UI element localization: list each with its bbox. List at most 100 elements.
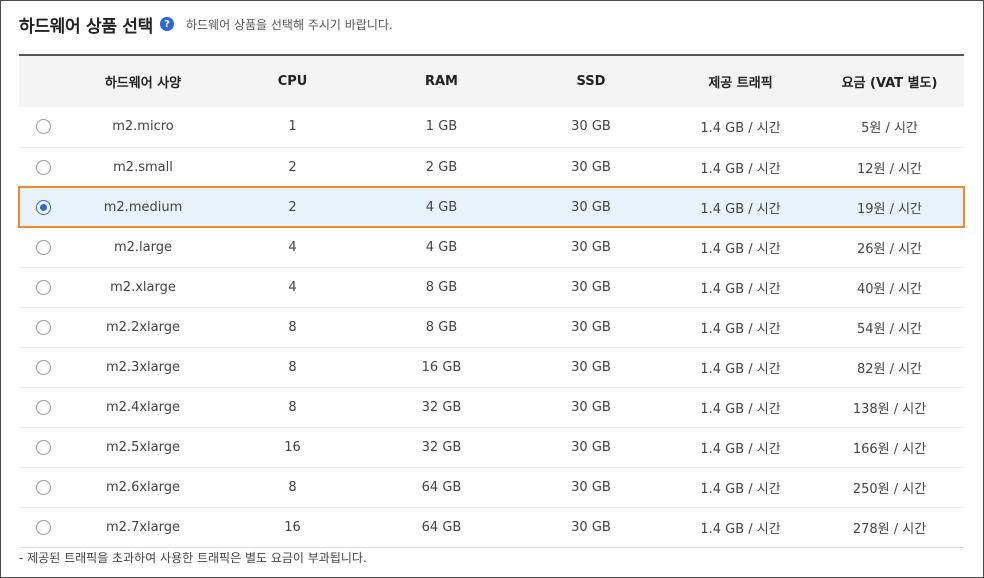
table-row[interactable]: m2.micro 1 1 GB 30 GB 1.4 GB / 시간 5원 / 시간 [19, 107, 964, 147]
header-ram: RAM [424, 74, 458, 89]
select-radio[interactable] [36, 279, 51, 295]
cpu-cell: 16 [284, 439, 301, 455]
radio-cell [19, 107, 68, 147]
ram-cell: 64 GB [421, 479, 462, 495]
ssd-cell: 30 GB [571, 319, 611, 335]
radio-cell [19, 307, 68, 347]
spec-cell: m2.6xlarge [106, 479, 180, 495]
header-traffic: 제공 트래픽 [708, 76, 773, 91]
price-cell: 40원 / 시간 [856, 281, 923, 297]
ssd-cell: 30 GB [571, 359, 611, 375]
ssd-cell: 30 GB [571, 519, 611, 535]
traffic-cell: 1.4 GB / 시간 [700, 201, 781, 217]
spec-cell: m2.xlarge [110, 279, 176, 295]
traffic-cell: 1.4 GB / 시간 [700, 121, 781, 137]
cpu-cell: 4 [288, 239, 297, 255]
select-radio[interactable] [36, 439, 51, 455]
header-spec: 하드웨어 사양 [104, 76, 182, 91]
ram-cell: 2 GB [425, 159, 458, 175]
table-row[interactable]: m2.4xlarge 8 32 GB 30 GB 1.4 GB / 시간 138원 / 시… [19, 387, 964, 427]
spec-cell: m2.medium [103, 199, 183, 215]
traffic-cell: 1.4 GB / 시간 [700, 281, 781, 297]
spec-cell: m2.7xlarge [106, 519, 180, 535]
radio-cell [19, 187, 68, 227]
ssd-cell: 30 GB [571, 399, 611, 415]
ram-cell: 4 GB [425, 199, 458, 215]
radio-cell [19, 427, 68, 467]
ram-cell: 16 GB [421, 359, 462, 375]
ram-cell: 8 GB [425, 279, 458, 295]
radio-cell [19, 347, 68, 387]
radio-cell [19, 387, 68, 427]
price-cell: 19원 / 시간 [856, 201, 923, 217]
radio-cell [19, 227, 68, 267]
select-radio[interactable] [36, 199, 51, 215]
radio-cell [19, 467, 68, 507]
table-row[interactable]: m2.medium 2 4 GB 30 GB 1.4 GB / 시간 19원 / 시간 [18, 186, 965, 228]
table-row[interactable]: m2.3xlarge 8 16 GB 30 GB 1.4 GB / 시간 82원 / 시간 [19, 347, 964, 387]
price-cell: 278원 / 시간 [852, 521, 927, 537]
traffic-footnote: - 제공된 트래픽을 초과하여 사용한 트래픽은 별도 요금이 부과됩니다. [19, 551, 367, 565]
select-radio[interactable] [36, 399, 51, 415]
table-row[interactable]: m2.xlarge 4 8 GB 30 GB 1.4 GB / 시간 40원 / 시간 [19, 267, 964, 307]
select-radio[interactable] [36, 519, 51, 535]
radio-cell [19, 507, 68, 547]
radio-cell [19, 147, 68, 187]
traffic-cell: 1.4 GB / 시간 [700, 481, 781, 497]
cpu-cell: 8 [288, 319, 297, 335]
ssd-cell: 30 GB [571, 159, 611, 175]
cpu-cell: 8 [288, 479, 297, 495]
section-title: 하드웨어 상품 선택 [19, 16, 153, 37]
select-radio[interactable] [36, 359, 51, 375]
ssd-cell: 30 GB [571, 199, 611, 215]
table-row[interactable]: m2.2xlarge 8 8 GB 30 GB 1.4 GB / 시간 54원 / 시간 [19, 307, 964, 347]
section-header: 하드웨어 상품 선택 ? 하드웨어 상품을 선택해 주시기 바랍니다. [19, 11, 393, 37]
spec-cell: m2.3xlarge [106, 359, 180, 375]
select-radio[interactable] [36, 479, 51, 495]
select-radio[interactable] [36, 319, 51, 335]
header-price: 요금 (VAT 별도) [841, 76, 938, 91]
hardware-table: 하드웨어 사양 CPU RAM SSD 제공 트래픽 요금 (VAT 별도) m… [18, 54, 965, 548]
section-subtitle: 하드웨어 상품을 선택해 주시기 바랍니다. [185, 17, 393, 32]
header-ssd: SSD [576, 74, 606, 89]
ram-cell: 1 GB [425, 119, 458, 135]
select-radio[interactable] [36, 159, 51, 175]
traffic-cell: 1.4 GB / 시간 [700, 161, 781, 177]
cpu-cell: 8 [288, 399, 297, 415]
cpu-cell: 2 [288, 199, 297, 215]
select-radio[interactable] [36, 239, 51, 255]
cpu-cell: 2 [288, 159, 297, 175]
table-row[interactable]: m2.7xlarge 16 64 GB 30 GB 1.4 GB / 시간 278원 / … [19, 507, 964, 547]
spec-cell: m2.large [113, 239, 172, 255]
price-cell: 5원 / 시간 [861, 121, 918, 137]
help-icon[interactable]: ? [159, 17, 174, 31]
table-row[interactable]: m2.6xlarge 8 64 GB 30 GB 1.4 GB / 시간 250원 / 시… [19, 467, 964, 507]
select-radio[interactable] [36, 119, 51, 135]
table-row[interactable]: m2.small 2 2 GB 30 GB 1.4 GB / 시간 12원 / 시간 [19, 147, 964, 187]
ssd-cell: 30 GB [571, 279, 611, 295]
ram-cell: 32 GB [421, 399, 462, 415]
hardware-selection-panel: 하드웨어 상품 선택 ? 하드웨어 상품을 선택해 주시기 바랍니다. 하드웨어… [0, 0, 984, 578]
header-radio-column [19, 56, 68, 107]
table-header-row: 하드웨어 사양 CPU RAM SSD 제공 트래픽 요금 (VAT 별도) [19, 56, 964, 107]
table-row[interactable]: m2.large 4 4 GB 30 GB 1.4 GB / 시간 26원 / 시간 [19, 227, 964, 267]
header-cpu: CPU [277, 74, 308, 89]
ram-cell: 4 GB [425, 239, 458, 255]
price-cell: 54원 / 시간 [856, 321, 923, 337]
price-cell: 138원 / 시간 [852, 401, 927, 417]
price-cell: 250원 / 시간 [852, 481, 927, 497]
traffic-cell: 1.4 GB / 시간 [700, 521, 781, 537]
table-row[interactable]: m2.5xlarge 16 32 GB 30 GB 1.4 GB / 시간 166원 / … [19, 427, 964, 467]
traffic-cell: 1.4 GB / 시간 [700, 321, 781, 337]
price-cell: 26원 / 시간 [856, 241, 923, 257]
ram-cell: 8 GB [425, 319, 458, 335]
table-body: m2.micro 1 1 GB 30 GB 1.4 GB / 시간 5원 / 시간 m2.s… [18, 107, 965, 547]
cpu-cell: 16 [284, 519, 301, 535]
spec-cell: m2.5xlarge [106, 439, 180, 455]
ssd-cell: 30 GB [571, 119, 611, 135]
traffic-cell: 1.4 GB / 시간 [700, 401, 781, 417]
price-cell: 12원 / 시간 [856, 161, 923, 177]
ram-cell: 64 GB [421, 519, 462, 535]
spec-cell: m2.small [113, 159, 173, 175]
ssd-cell: 30 GB [571, 479, 611, 495]
